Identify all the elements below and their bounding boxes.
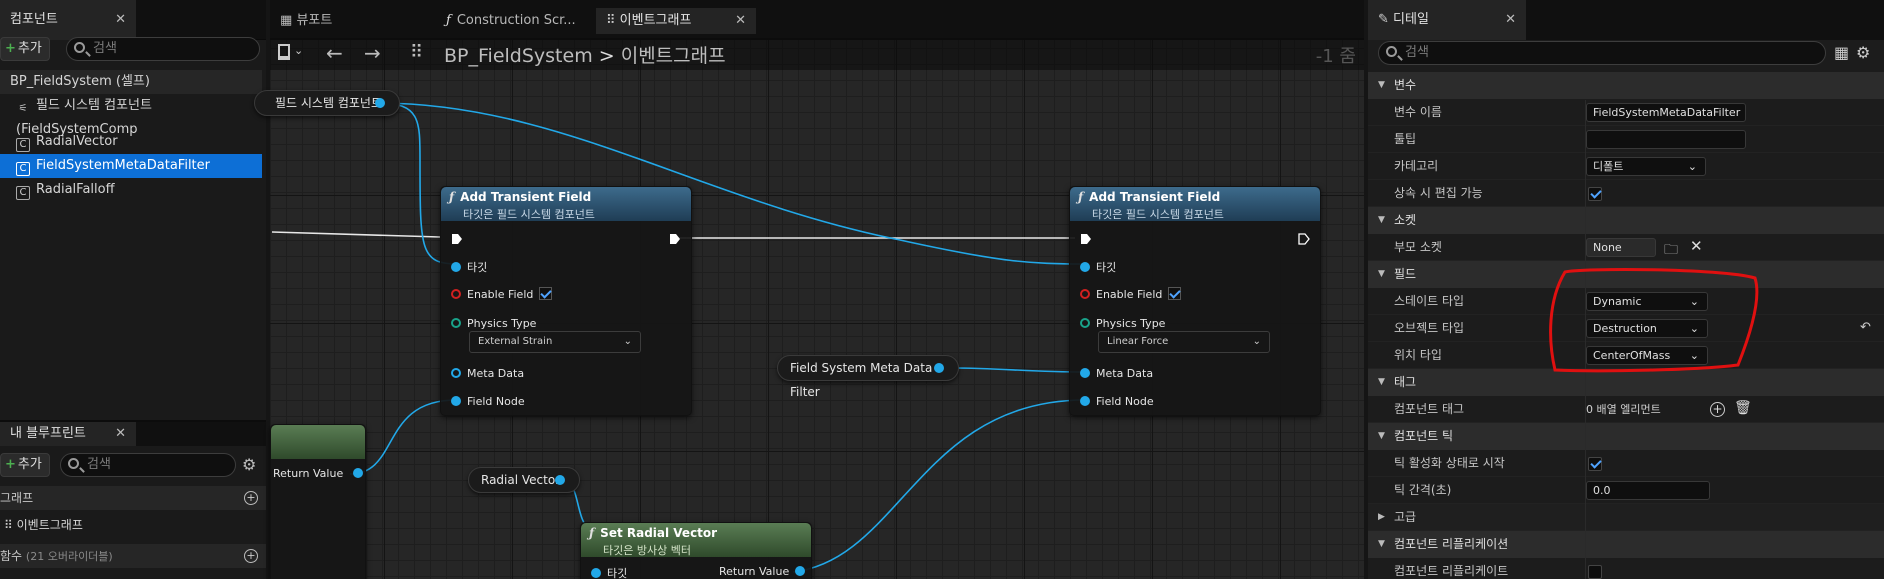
red-annotation-circle [1549, 268, 1759, 373]
